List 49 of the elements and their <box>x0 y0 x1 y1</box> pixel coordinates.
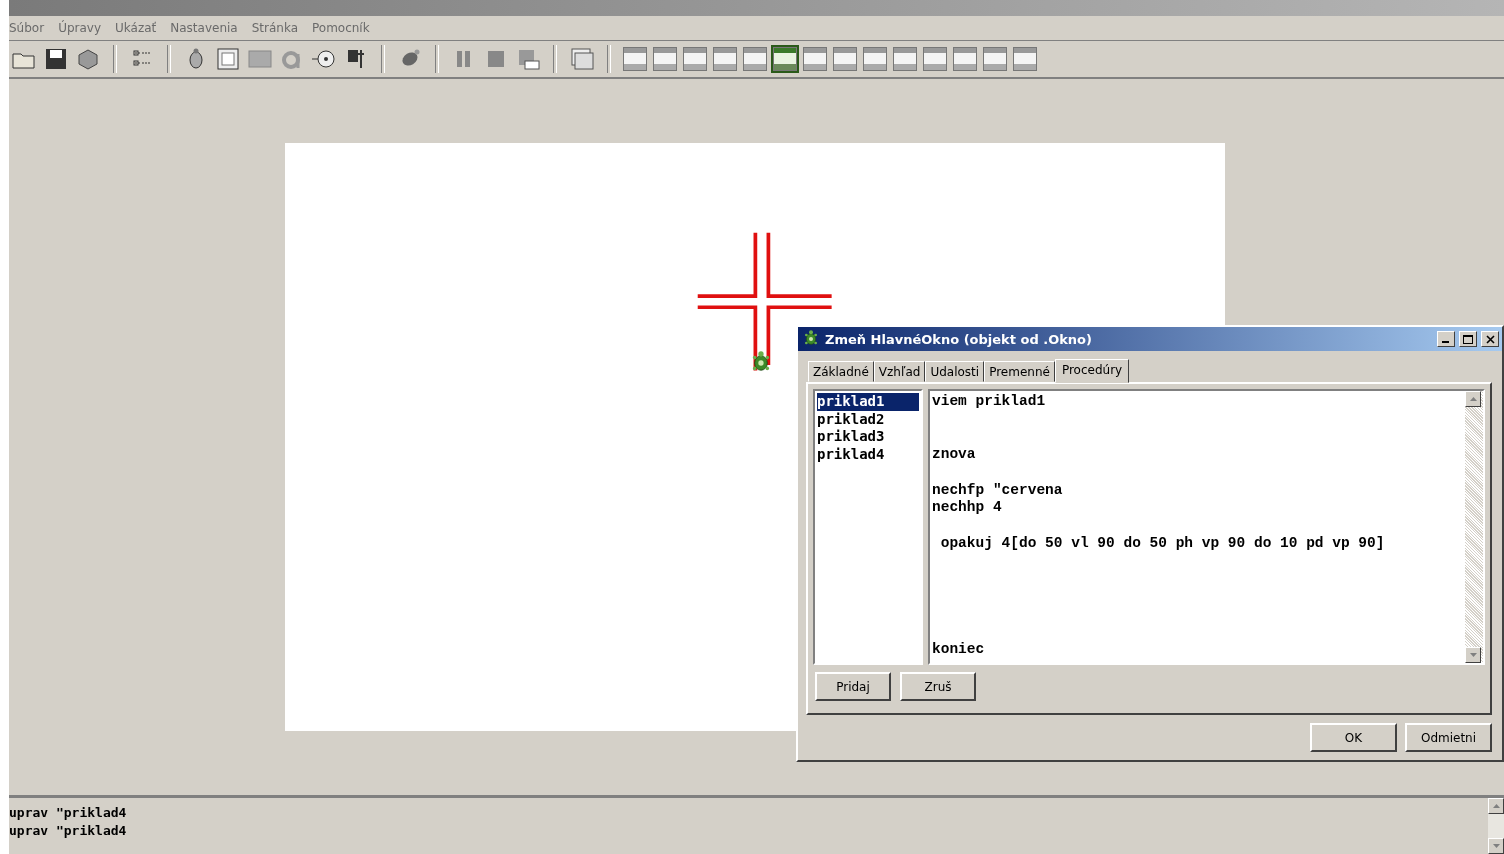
dialog-title: Zmeň HlavnéOkno (objekt od .Okno) <box>825 331 1093 347</box>
console-line: uprav "priklad4 <box>9 822 128 840</box>
menu-item[interactable]: Nastavenia <box>170 21 238 35</box>
page-thumbnail[interactable] <box>833 47 857 71</box>
page-thumbnail[interactable] <box>983 47 1007 71</box>
menu-item[interactable]: Pomocník <box>312 21 370 35</box>
down-arrow-icon <box>1492 844 1500 848</box>
tab[interactable]: Vzhľad <box>873 361 926 382</box>
tab[interactable]: Premenné <box>984 361 1055 382</box>
tab[interactable]: Procedúry <box>1054 359 1130 383</box>
pages-icon[interactable] <box>569 46 595 72</box>
close-icon <box>1485 334 1495 344</box>
dialog-button[interactable]: Zruš <box>900 672 976 701</box>
console-line: uprav "priklad4 <box>9 804 128 822</box>
minimize-button[interactable] <box>1437 331 1455 347</box>
page-thumbnail[interactable] <box>893 47 917 71</box>
page-thumbnail[interactable] <box>953 47 977 71</box>
square-outline-icon[interactable] <box>215 46 241 72</box>
dialog-button[interactable]: OK <box>1310 723 1397 752</box>
tab[interactable]: Základné <box>808 361 874 382</box>
page-thumbnail[interactable] <box>863 47 887 71</box>
page-thumbnail[interactable] <box>923 47 947 71</box>
menu-item[interactable]: Úpravy <box>58 21 101 35</box>
close-button[interactable] <box>1481 331 1499 347</box>
page-thumbnail[interactable] <box>803 47 827 71</box>
menu-item[interactable]: Stránka <box>251 21 298 35</box>
dialog-button[interactable]: Odmietni <box>1405 723 1492 752</box>
procedure-item[interactable]: priklad4 <box>817 446 919 464</box>
down-arrow-icon <box>1469 653 1477 657</box>
maximize-icon <box>1463 334 1473 344</box>
procedure-item[interactable]: priklad3 <box>817 428 919 447</box>
procedure-item[interactable]: priklad2 <box>817 410 919 429</box>
dialog-button[interactable]: Pridaj <box>815 672 891 701</box>
page-thumbnail[interactable] <box>1013 47 1037 71</box>
page-thumbnail[interactable] <box>743 47 767 71</box>
scrollbar[interactable] <box>1488 798 1504 854</box>
menu-item[interactable]: Súbor <box>9 21 45 35</box>
up-arrow-icon <box>1492 804 1500 808</box>
page-thumbnail[interactable] <box>653 47 677 71</box>
maximize-button[interactable] <box>1459 331 1477 347</box>
page-thumbnail[interactable] <box>683 47 707 71</box>
page-thumbnail[interactable] <box>713 47 737 71</box>
tab[interactable]: Udalosti <box>925 361 985 382</box>
page-thumbnail[interactable] <box>773 47 797 71</box>
scrollbar[interactable] <box>1465 391 1483 663</box>
procedure-item[interactable]: priklad1 <box>817 393 919 411</box>
menu-item[interactable]: Ukázať <box>115 21 157 35</box>
up-arrow-icon <box>1469 397 1477 401</box>
page-thumbnail[interactable] <box>623 47 647 71</box>
